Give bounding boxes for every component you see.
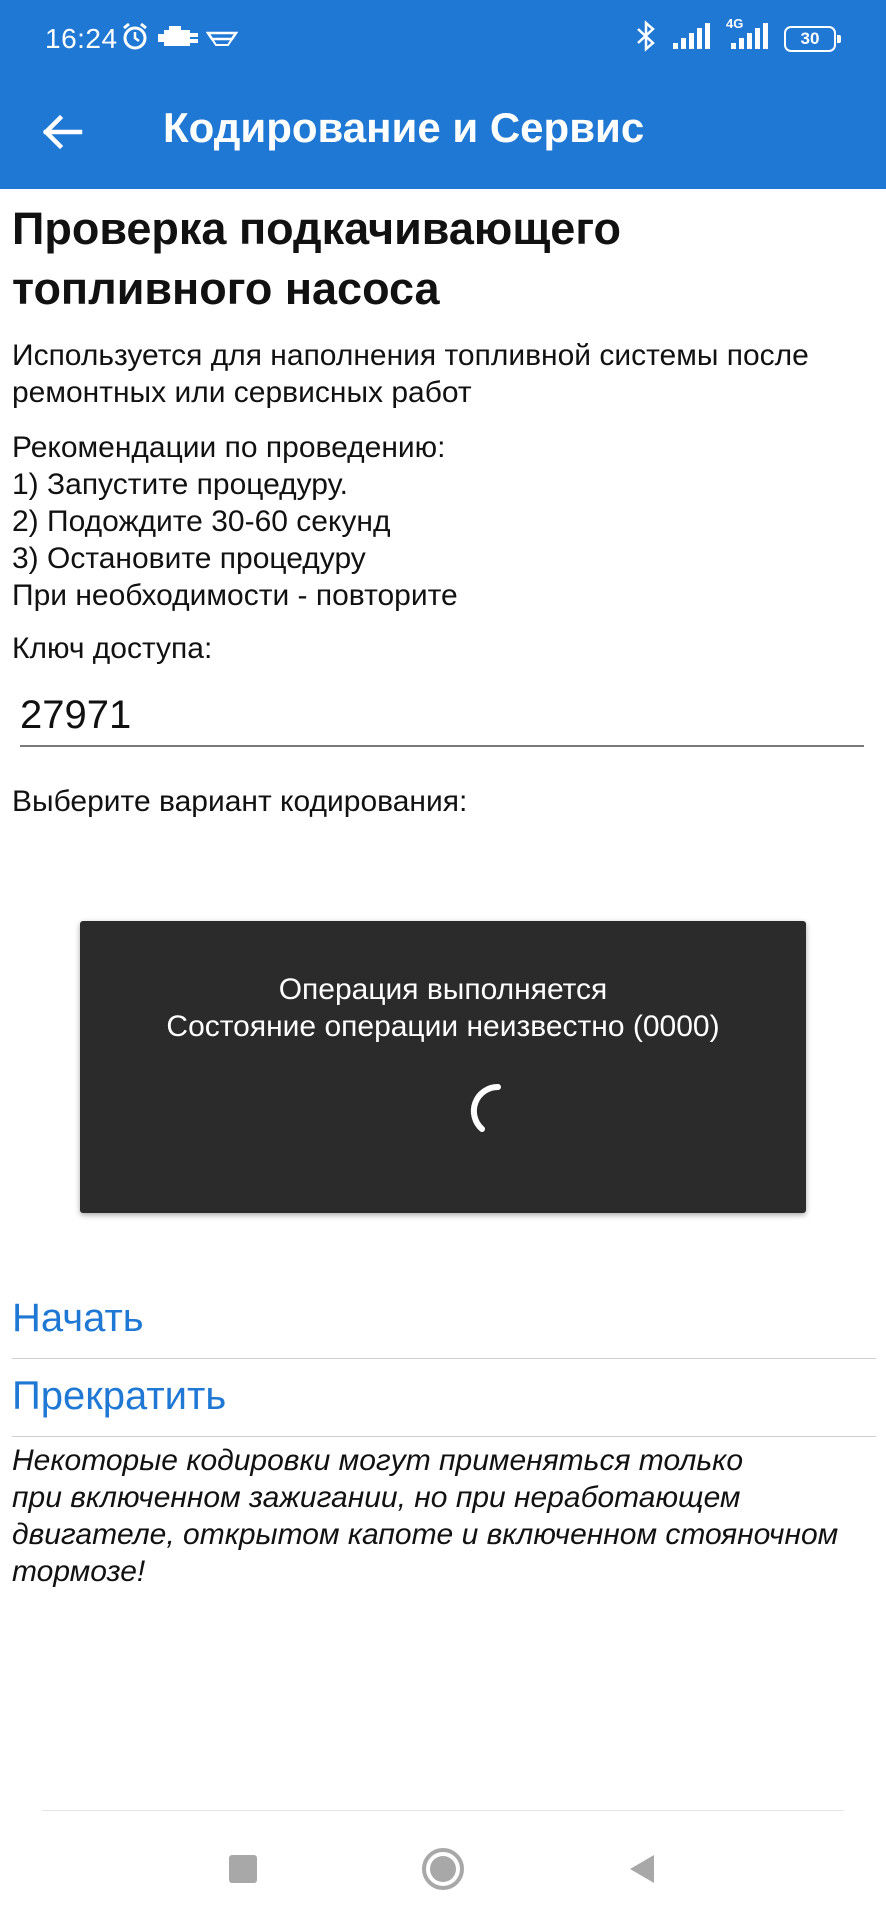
status-right-icons: 4G 30 bbox=[634, 16, 841, 57]
page-title-line-2: топливного насоса bbox=[12, 263, 440, 314]
back-button[interactable] bbox=[30, 102, 94, 166]
dialog-status-line-2: Состояние операции неизвестно (0000) bbox=[166, 1010, 720, 1043]
start-button[interactable]: Начать bbox=[12, 1296, 876, 1341]
page-title: Проверка подкачивающего топливного насос… bbox=[12, 199, 874, 319]
toolbar-title: Кодирование и Сервис bbox=[163, 104, 645, 151]
progress-dialog: Операция выполняется Состояние операции … bbox=[80, 921, 806, 1213]
warning-line-2: при включенном зажигании, но при неработ… bbox=[12, 1481, 741, 1514]
choose-variant-label: Выберите вариант кодирования: bbox=[12, 785, 468, 818]
recommendations: Рекомендации по проведению: 1) Запустите… bbox=[12, 429, 874, 614]
warning-line-4: тормозе! bbox=[12, 1555, 146, 1588]
network-type-label: 4G bbox=[726, 16, 744, 31]
status-time: 16:24 bbox=[45, 23, 118, 54]
bluetooth-icon bbox=[634, 20, 658, 57]
arrow-back-icon bbox=[40, 110, 84, 159]
signal-4g-icon: 4G bbox=[726, 16, 770, 55]
recommendation-item: 1) Запустите процедуру. bbox=[12, 468, 348, 501]
recents-button[interactable] bbox=[213, 1841, 273, 1901]
app-bar: 16:24 4G 30 Кодирование и Сервис bbox=[0, 0, 886, 189]
page-title-line-1: Проверка подкачивающего bbox=[12, 203, 621, 254]
loading-spinner-icon bbox=[468, 1081, 528, 1141]
check-engine-icon bbox=[156, 24, 200, 55]
home-button[interactable] bbox=[413, 1841, 473, 1901]
warning-note: Некоторые кодировки могут применяться то… bbox=[12, 1442, 874, 1590]
alarm-icon bbox=[120, 22, 150, 57]
description-line-1: Используется для наполнения топливной си… bbox=[12, 339, 809, 372]
description-line-2: ремонтных или сервисных работ bbox=[12, 376, 472, 409]
content: Проверка подкачивающего топливного насос… bbox=[12, 189, 874, 820]
toolbar: Кодирование и Сервис bbox=[0, 80, 886, 189]
warning-line-1: Некоторые кодировки могут применяться то… bbox=[12, 1444, 744, 1477]
nav-back-button[interactable] bbox=[612, 1841, 672, 1901]
car-icon bbox=[205, 25, 239, 54]
battery-level: 30 bbox=[800, 28, 820, 48]
status-bar: 16:24 4G 30 bbox=[0, 0, 886, 80]
recommendations-heading: Рекомендации по проведению: bbox=[12, 431, 446, 464]
access-key-label: Ключ доступа: bbox=[12, 632, 213, 665]
divider bbox=[12, 1436, 876, 1437]
description: Используется для наполнения топливной си… bbox=[12, 337, 874, 411]
system-nav-bar bbox=[0, 1811, 886, 1920]
recommendation-note: При необходимости - повторите bbox=[12, 579, 458, 612]
dialog-status-line-1: Операция выполняется bbox=[278, 973, 608, 1006]
signal-icon bbox=[672, 22, 712, 55]
warning-line-3: двигателе, открытом капоте и включенном … bbox=[12, 1518, 839, 1551]
recommendation-item: 3) Остановите процедуру bbox=[12, 542, 366, 575]
status-left-icons bbox=[120, 22, 239, 57]
home-circle-icon bbox=[421, 1847, 465, 1896]
back-triangle-icon bbox=[626, 1853, 658, 1890]
battery-icon: 30 bbox=[784, 25, 841, 52]
divider bbox=[12, 1358, 876, 1359]
stop-button[interactable]: Прекратить bbox=[12, 1374, 876, 1419]
recommendation-item: 2) Подождите 30-60 секунд bbox=[12, 505, 391, 538]
recents-square-icon bbox=[228, 1854, 258, 1889]
access-key-input[interactable] bbox=[20, 691, 864, 747]
